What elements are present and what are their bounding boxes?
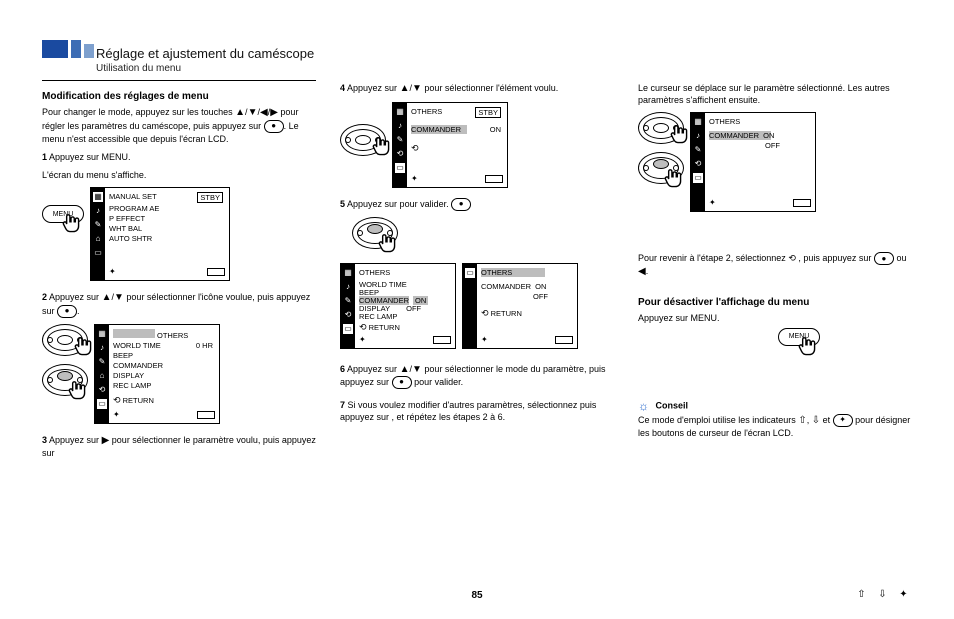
- step-7: 7 Si vous voulez modifier d'autres param…: [340, 399, 614, 423]
- page-number: 85: [471, 590, 482, 601]
- step-4: 4 Appuyez sur ▲/▼ pour sélectionner l'él…: [340, 82, 614, 96]
- step-1-result: L'écran du menu s'affiche.: [42, 169, 316, 181]
- menu-button-illust: MENU: [778, 328, 820, 346]
- tip-block: ☼ Conseil Ce mode d'emploi utilise les i…: [638, 398, 912, 440]
- menu-button-illust: MENU: [42, 205, 84, 223]
- return-icon: ⟲: [788, 253, 796, 263]
- right-arrow-icon: ▶: [270, 107, 278, 118]
- menu-screen-4: ▦♪✎⟲▭ OTHERS WORLD TIME BEEP COMMANDERON…: [340, 263, 456, 349]
- step-3: 3 Appuyez sur ▶ pour sélectionner le par…: [42, 434, 316, 460]
- menu-screen-1: ▦♪✎⌂▭ MANUAL SET STBY PROGRAM AE P EFFEC…: [90, 187, 230, 281]
- step-5: 5 Appuyez sur pour valider. ●: [340, 198, 614, 211]
- intro-text: Pour changer le mode, appuyez sur les to…: [42, 106, 316, 145]
- dpad-illust: [638, 112, 684, 144]
- dpad-press-illust: [352, 217, 398, 249]
- exec-icon: ●: [874, 252, 894, 265]
- tip-bulb-icon: ☼: [638, 399, 649, 413]
- dpad-press-illust: [638, 152, 684, 184]
- quit-title: Pour désactiver l'affichage du menu: [638, 297, 912, 308]
- dpad-illust: [340, 124, 386, 156]
- left-arrow-icon: ◀: [260, 107, 268, 118]
- quit-body: Appuyez sur MENU.: [638, 312, 912, 324]
- menu-screen-3: ▦♪✎⟲▭ OTHERS STBY COMMANDERON ⟲ ✦: [392, 102, 508, 188]
- page-title: Réglage et ajustement du caméscope: [96, 46, 316, 61]
- nav-target-icon[interactable]: ✦: [897, 588, 910, 601]
- exec-icon: ●: [57, 305, 77, 318]
- menu-screen-2: ▦♪✎⌂⟲▭ OTHERS WORLD TIME0 HR BEEP COMMAN…: [94, 324, 220, 424]
- up-arrow-icon: ▲: [235, 107, 245, 118]
- page-subtitle: Utilisation du menu: [96, 63, 316, 74]
- header-rule: [42, 80, 316, 81]
- exec-icon: ●: [451, 198, 471, 211]
- step-2: 2 Appuyez sur ▲/▼ pour sélectionner l'ic…: [42, 291, 316, 318]
- exec-icon: ●: [264, 120, 284, 133]
- step-1: 1 Appuyez sur MENU.: [42, 151, 316, 163]
- exec-icon: ●: [392, 376, 412, 389]
- down-arrow-icon: ▼: [248, 107, 258, 118]
- dpad-illust: [42, 324, 88, 356]
- section-title: Modification des réglages de menu: [42, 91, 316, 102]
- nav-down-icon[interactable]: ⇩: [876, 588, 889, 601]
- dpad-press-illust: [42, 364, 88, 396]
- result-text: Le curseur se déplace sur le paramètre s…: [638, 82, 912, 106]
- return-text: Pour revenir à l'étape 2, sélectionnez ⟲…: [638, 252, 912, 279]
- step-6: 6 Appuyez sur ▲/▼ pour sélectionner le m…: [340, 363, 614, 390]
- menu-screen-6: ▦♪✎⟲▭ OTHERS COMMANDER ON OFF ✦: [690, 112, 816, 212]
- nav-up-icon[interactable]: ⇧: [855, 588, 868, 601]
- page-nav: ⇧ ⇩ ✦: [855, 588, 910, 601]
- menu-screen-5: ▭ OTHERS COMMANDER ON OFF ⟲ RETURN ✦: [462, 263, 578, 349]
